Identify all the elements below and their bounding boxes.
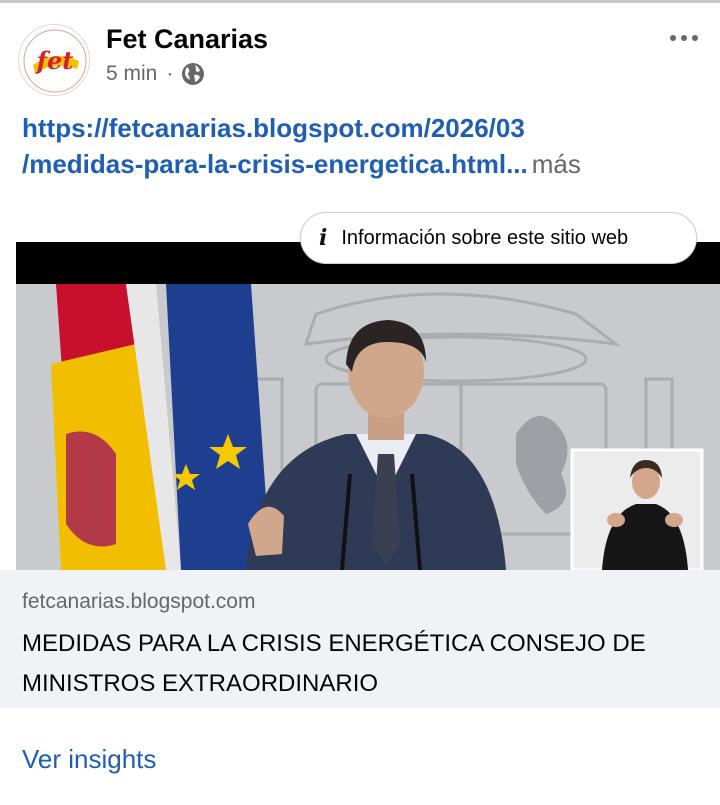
logo-text: fet — [35, 46, 74, 75]
meta-separator: · — [166, 62, 174, 85]
globe-icon — [181, 62, 205, 86]
link-title: MEDIDAS PARA LA CRISIS ENERGÉTICA CONSEJ… — [22, 630, 646, 697]
view-insights-link[interactable]: Ver insights — [22, 744, 156, 775]
info-icon: i — [319, 225, 328, 251]
post-ellipsis: ... — [506, 149, 528, 179]
page-avatar[interactable]: fet — [18, 24, 90, 96]
post-link-line2[interactable]: /medidas-para-la-crisis-energetica.html — [22, 149, 506, 179]
page-name[interactable]: Fet Canarias — [106, 24, 268, 55]
post-text: https://fetcanarias.blogspot.com/2026/03… — [22, 110, 702, 182]
site-info-button[interactable]: i Información sobre este sitio web — [300, 212, 697, 264]
more-options-icon[interactable] — [666, 22, 702, 54]
post-meta: 5 min · — [106, 62, 205, 86]
top-divider — [0, 0, 720, 3]
see-more-link[interactable]: más — [532, 149, 581, 179]
post-link-line1[interactable]: https://fetcanarias.blogspot.com/2026/03 — [22, 110, 702, 146]
link-card[interactable]: fetcanarias.blogspot.com MEDIDAS PARA LA… — [0, 570, 720, 708]
link-domain: fetcanarias.blogspot.com — [22, 590, 256, 613]
fet-logo: fet — [23, 29, 87, 93]
link-preview-image[interactable] — [16, 242, 720, 570]
post-timestamp[interactable]: 5 min — [106, 62, 157, 86]
press-conference-image — [16, 284, 720, 570]
post-link-line2-wrap: /medidas-para-la-crisis-energetica.html.… — [22, 149, 581, 179]
site-info-label: Información sobre este sitio web — [341, 226, 629, 249]
